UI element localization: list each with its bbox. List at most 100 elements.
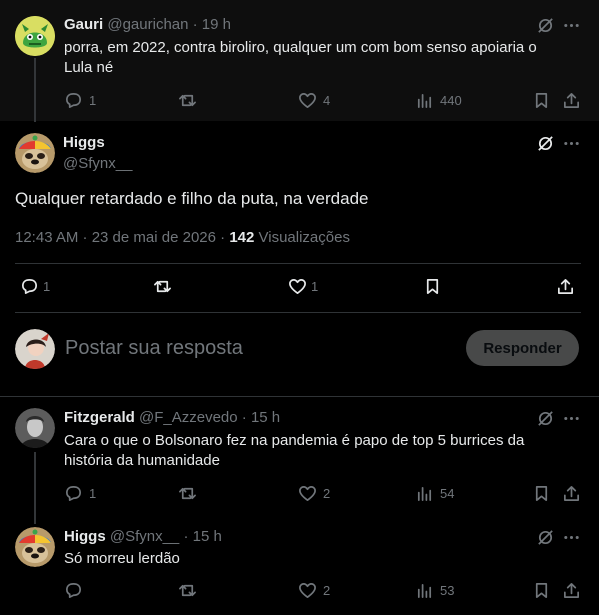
reply2-text: Só morreu lerdão (64, 550, 180, 567)
parent-text-line1: porra, em 2022, contra biroliro, qualque… (64, 39, 537, 56)
like-icon (299, 485, 316, 502)
grok-icon[interactable] (536, 528, 555, 552)
reply1-text-line2: história da humanidade (64, 452, 220, 469)
grok-icon[interactable] (536, 134, 555, 158)
share-button[interactable] (562, 484, 581, 503)
parent-text-line2: Lula né (64, 59, 114, 76)
avatar-self[interactable] (15, 329, 55, 369)
grok-icon[interactable] (536, 16, 555, 40)
reply-count: 1 (89, 93, 97, 108)
author-name[interactable]: Fitzgerald (64, 409, 135, 426)
post-time[interactable]: · 19 h (193, 16, 231, 33)
post-time[interactable]: · 15 h (242, 409, 280, 426)
reply-button[interactable]: 1 (20, 277, 50, 296)
avatar-fitzgerald[interactable] (15, 408, 55, 448)
bookmark-icon (426, 278, 439, 295)
views-button[interactable]: 54 (415, 484, 454, 503)
reply-icon (21, 278, 38, 295)
parent-header: Gauri @gaurichan · 19 h (64, 16, 231, 33)
avatar-higgs[interactable] (15, 527, 55, 567)
retweet-button[interactable] (153, 277, 172, 296)
views-count: 53 (440, 583, 455, 598)
share-icon (557, 278, 574, 295)
views-icon (417, 583, 432, 599)
share-button[interactable] (562, 91, 581, 110)
divider (15, 312, 581, 313)
views-icon (417, 486, 432, 502)
thread-line (34, 58, 36, 122)
like-count: 4 (323, 93, 331, 108)
reply-count: 1 (89, 486, 97, 501)
bookmark-icon (535, 485, 548, 502)
retweet-button[interactable] (178, 581, 197, 600)
share-icon (563, 485, 580, 502)
like-icon (299, 582, 316, 599)
like-icon (299, 92, 316, 109)
avatar-gauri[interactable] (15, 16, 55, 56)
retweet-button[interactable] (178, 91, 197, 110)
retweet-icon (179, 487, 196, 500)
views-count: 54 (440, 486, 455, 501)
reply-icon (65, 92, 82, 109)
share-icon (563, 582, 580, 599)
bookmark-icon (535, 582, 548, 599)
main-author-handle[interactable]: @Sfynx__ (63, 155, 132, 172)
author-name[interactable]: Gauri (64, 16, 103, 33)
reply1-header: Fitzgerald @F_Azzevedo · 15 h (64, 409, 280, 426)
view-count: 142 (229, 229, 255, 246)
views-icon (417, 93, 432, 109)
thread-line (34, 452, 36, 524)
author-handle[interactable]: @F_Azzevedo (139, 409, 238, 426)
reply-input[interactable]: Postar sua resposta (65, 337, 243, 360)
author-handle[interactable]: @gaurichan (107, 16, 188, 33)
bookmark-icon (535, 92, 548, 109)
author-name[interactable]: Higgs (64, 528, 106, 545)
share-icon (563, 92, 580, 109)
share-button[interactable] (562, 581, 581, 600)
bookmark-button[interactable] (532, 484, 551, 503)
reply-icon (65, 582, 82, 599)
like-count: 1 (311, 279, 319, 294)
like-button[interactable]: 1 (288, 277, 318, 296)
like-button[interactable]: 4 (298, 91, 330, 110)
like-button[interactable]: 2 (298, 484, 330, 503)
reply-button[interactable] (64, 581, 83, 600)
views-button[interactable]: 440 (415, 91, 462, 110)
reply-submit-button[interactable]: Responder (466, 330, 579, 366)
reply-icon (65, 485, 82, 502)
reply2-header: Higgs @Sfynx__ · 15 h (64, 528, 222, 545)
bookmark-button[interactable] (423, 277, 442, 296)
like-count: 2 (323, 486, 331, 501)
avatar-higgs[interactable] (15, 133, 55, 173)
reply1-text-line1: Cara o que o Bolsonaro fez na pandemia é… (64, 432, 525, 449)
main-tweet-text: Qualquer retardado e filho da puta, na v… (15, 189, 369, 208)
retweet-icon (154, 280, 171, 293)
main-author-name[interactable]: Higgs (63, 134, 105, 151)
parent-text: porra, em 2022, contra biroliro, qualque… (64, 38, 584, 78)
more-icon[interactable] (562, 409, 581, 433)
author-handle[interactable]: @Sfynx__ (110, 528, 179, 545)
more-icon[interactable] (562, 528, 581, 552)
retweet-button[interactable] (178, 484, 197, 503)
divider (15, 263, 581, 264)
retweet-icon (179, 94, 196, 107)
divider (0, 396, 599, 397)
reply-button[interactable]: 1 (64, 484, 96, 503)
like-icon (289, 278, 306, 295)
timestamp[interactable]: 12:43 AM · 23 de mai de 2026 · (15, 229, 225, 246)
views-count: 440 (440, 93, 462, 108)
like-button[interactable]: 2 (298, 581, 330, 600)
reply-count: 1 (43, 279, 51, 294)
reply1-text: Cara o que o Bolsonaro fez na pandemia é… (64, 431, 584, 471)
reply-button[interactable]: 1 (64, 91, 96, 110)
post-time[interactable]: · 15 h (183, 528, 221, 545)
grok-icon[interactable] (536, 409, 555, 433)
share-button[interactable] (556, 277, 575, 296)
views-button[interactable]: 53 (415, 581, 454, 600)
bookmark-button[interactable] (532, 91, 551, 110)
more-icon[interactable] (562, 16, 581, 40)
view-label[interactable]: Visualizações (259, 229, 350, 246)
more-icon[interactable] (562, 134, 581, 158)
like-count: 2 (323, 583, 331, 598)
bookmark-button[interactable] (532, 581, 551, 600)
